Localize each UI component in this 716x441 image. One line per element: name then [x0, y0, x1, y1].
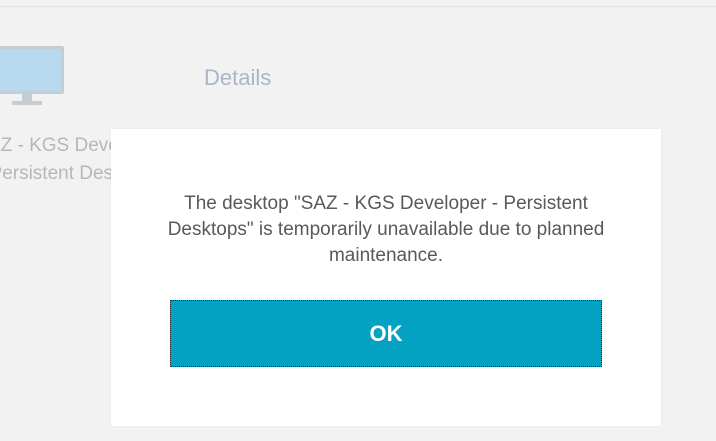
monitor-icon: [0, 46, 64, 105]
ok-button[interactable]: OK: [170, 300, 602, 367]
maintenance-dialog: The desktop "SAZ - KGS Developer - Persi…: [111, 129, 661, 426]
desktop-selection-screen: SAZ - KGS Developer - Persistent Desktop…: [0, 0, 716, 441]
dialog-message: The desktop "SAZ - KGS Developer - Persi…: [167, 193, 605, 266]
details-link[interactable]: Details: [204, 64, 271, 92]
header-divider: [0, 6, 716, 7]
